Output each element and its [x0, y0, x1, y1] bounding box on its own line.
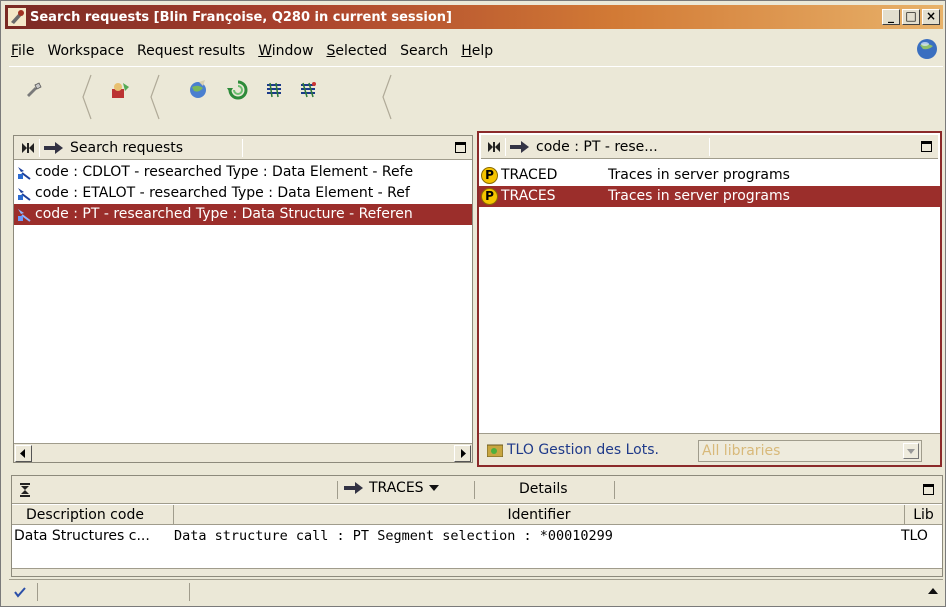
- globe-icon: [917, 39, 937, 59]
- search-request-icon: [18, 208, 31, 222]
- cell-description: Data Structures c...: [14, 528, 150, 544]
- details-scroll-area: [12, 568, 942, 576]
- wand-icon[interactable]: [23, 79, 45, 101]
- result-code: TRACED: [501, 167, 558, 183]
- chevron-up-icon[interactable]: [928, 587, 938, 595]
- library-select[interactable]: All libraries: [698, 440, 922, 462]
- program-badge-icon: P: [481, 188, 498, 205]
- refresh-icon[interactable]: [227, 79, 249, 101]
- library-icon: [487, 444, 503, 457]
- chevron-down-icon[interactable]: [903, 443, 919, 459]
- minimize-button[interactable]: _: [882, 9, 900, 25]
- results-dropdown[interactable]: TRACES: [344, 480, 439, 496]
- horizontal-scrollbar[interactable]: [14, 443, 472, 462]
- cell-identifier: Data structure call : PT Segment selecti…: [174, 528, 613, 544]
- details-panel: TRACES Details Description code Identifi…: [11, 475, 943, 577]
- column-header-identifier[interactable]: Identifier: [174, 505, 905, 525]
- chevron-down-icon: [428, 485, 439, 491]
- search-request-icon: [18, 166, 31, 180]
- program-badge-icon: P: [481, 167, 498, 184]
- pin-icon[interactable]: [20, 483, 30, 497]
- globe-search-icon[interactable]: [187, 79, 209, 101]
- result-code: TRACES: [501, 188, 556, 204]
- list-icon[interactable]: [263, 79, 285, 101]
- request-results-panel: code : PT - rese... P TRACED Traces in s…: [477, 131, 942, 467]
- maximize-button[interactable]: □: [902, 9, 920, 25]
- library-label: TLO Gestion des Lots.: [507, 441, 659, 458]
- status-bar: [9, 579, 943, 603]
- arrow-right-icon: [344, 482, 363, 494]
- maximize-panel-button[interactable]: [923, 484, 934, 495]
- list-filter-icon[interactable]: [297, 79, 319, 101]
- column-header-description[interactable]: Description code: [12, 505, 174, 525]
- menu-search[interactable]: Search: [394, 43, 455, 59]
- run-query-icon[interactable]: [109, 79, 131, 101]
- collapse-icon[interactable]: [487, 141, 501, 153]
- arrow-right-icon: [510, 140, 529, 153]
- maximize-panel-button[interactable]: [921, 141, 932, 152]
- main-window: Search requests [Blin Françoise, Q280 in…: [0, 0, 946, 607]
- cell-lib: TLO: [901, 528, 928, 544]
- request-results-header: code : PT - rese...: [481, 135, 938, 159]
- toolbar-separator: [82, 74, 92, 120]
- panel-title: Search requests: [70, 139, 184, 156]
- search-requests-panel: Search requests code : CDLOT - researche…: [13, 135, 473, 463]
- menu-selected[interactable]: Selected: [320, 43, 394, 59]
- results-list: P TRACED Traces in server programs P TRA…: [479, 165, 940, 207]
- details-tab[interactable]: Details: [519, 481, 568, 497]
- menu-bar: File Workspace Request results Window Se…: [5, 39, 943, 62]
- list-item[interactable]: code : ETALOT - researched Type : Data E…: [14, 183, 472, 204]
- menu-help[interactable]: Help: [455, 43, 500, 59]
- close-button[interactable]: ×: [922, 9, 940, 25]
- column-header-lib[interactable]: Lib: [905, 505, 942, 525]
- scroll-left-button[interactable]: [15, 445, 32, 462]
- list-item[interactable]: P TRACED Traces in server programs: [479, 165, 940, 186]
- menu-window[interactable]: Window: [252, 43, 320, 59]
- menu-workspace[interactable]: Workspace: [41, 43, 131, 59]
- title-bar: Search requests [Blin Françoise, Q280 in…: [5, 5, 943, 29]
- maximize-panel-button[interactable]: [455, 142, 466, 153]
- window-title: Search requests [Blin Françoise, Q280 in…: [30, 9, 452, 25]
- menu-request-results[interactable]: Request results: [131, 43, 252, 59]
- app-icon: [8, 8, 26, 26]
- request-list: code : CDLOT - researched Type : Data El…: [14, 162, 472, 225]
- list-item[interactable]: code : CDLOT - researched Type : Data El…: [14, 162, 472, 183]
- arrow-right-icon: [44, 141, 63, 154]
- menu-file[interactable]: File: [5, 43, 41, 59]
- toolbar-separator: [382, 74, 392, 120]
- table-row[interactable]: Data Structures c... Data structure call…: [12, 526, 942, 546]
- result-description: Traces in server programs: [608, 167, 790, 183]
- scroll-right-button[interactable]: [454, 445, 471, 462]
- search-requests-header: Search requests: [14, 136, 472, 160]
- details-header: TRACES Details: [12, 476, 942, 504]
- collapse-icon[interactable]: [21, 142, 35, 154]
- library-footer: TLO Gestion des Lots. All libraries: [479, 433, 940, 465]
- result-description: Traces in server programs: [608, 188, 790, 204]
- panel-title: code : PT - rese...: [536, 138, 658, 155]
- toolbar-separator: [150, 74, 160, 120]
- list-item[interactable]: P TRACES Traces in server programs: [479, 186, 940, 207]
- list-item[interactable]: code : PT - researched Type : Data Struc…: [14, 204, 472, 225]
- search-request-icon: [18, 187, 31, 201]
- check-icon: [14, 587, 26, 598]
- toolbar: [9, 66, 943, 124]
